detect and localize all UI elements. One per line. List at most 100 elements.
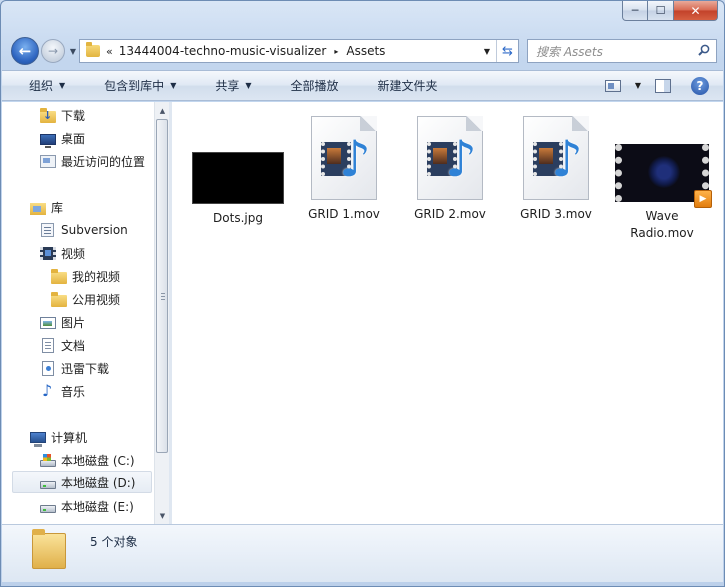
new-folder-button[interactable]: 新建文件夹 xyxy=(351,77,450,94)
search-placeholder: 搜索 Assets xyxy=(536,44,603,59)
nav-item-label: 计算机 xyxy=(51,430,88,445)
nav-item-thunder-downloads[interactable]: 迅雷下载 xyxy=(40,357,109,379)
address-bar[interactable]: « 13444004-techno-music-visualizer ▸ Ass… xyxy=(79,39,519,63)
file-name: GRID 3.mov xyxy=(520,207,592,221)
nav-item-subversion[interactable]: Subversion xyxy=(40,219,128,241)
video-library-icon xyxy=(40,246,56,260)
nav-item-music[interactable]: 音乐 xyxy=(40,380,85,402)
nav-item-my-videos[interactable]: 我的视频 xyxy=(51,265,120,287)
video-thumbnail: ▶ xyxy=(615,144,712,208)
nav-item-videos[interactable]: 视频 xyxy=(40,242,85,264)
new-folder-label: 新建文件夹 xyxy=(377,79,438,93)
chevron-down-icon: ▼ xyxy=(59,81,66,90)
music-icon xyxy=(40,381,56,400)
folder-icon xyxy=(86,42,100,57)
nav-item-label: 库 xyxy=(51,200,64,215)
caption-buttons: ─ ☐ ✕ xyxy=(622,1,718,21)
nav-item-desktop[interactable]: 桌面 xyxy=(40,127,85,149)
movie-file-icon: ♪ xyxy=(417,116,483,200)
nav-item-public-videos[interactable]: 公用视频 xyxy=(51,288,120,310)
file-name-line: Radio.mov xyxy=(630,226,694,240)
nav-item-recent-places[interactable]: 最近访问的位置 xyxy=(40,150,145,172)
organize-menu[interactable]: 组织 ▼ xyxy=(2,77,77,94)
breadcrumb-segment[interactable]: 13444004-techno-music-visualizer xyxy=(119,44,327,58)
recent-places-icon xyxy=(40,154,56,168)
nav-item-label: 本地磁盘 (C:) xyxy=(61,453,135,468)
folder-icon xyxy=(51,291,67,307)
help-button[interactable]: ? xyxy=(691,76,709,95)
view-controls: ▼ ? xyxy=(604,76,723,95)
address-dropdown-button[interactable]: ▼ xyxy=(478,47,496,56)
chevron-down-icon: ▼ xyxy=(483,46,491,56)
file-item-dots-jpg[interactable]: Dots.jpg xyxy=(190,114,286,227)
system-drive-icon xyxy=(40,454,56,467)
scrollbar-thumb[interactable] xyxy=(156,119,168,453)
nav-item-label: 本地磁盘 (E:) xyxy=(61,499,134,514)
play-icon: ▶ xyxy=(694,190,712,208)
chevron-down-icon: ▼ xyxy=(170,81,177,90)
documents-icon xyxy=(42,337,54,353)
preview-pane-icon[interactable] xyxy=(655,78,671,93)
file-list[interactable]: Dots.jpg ♪ GRID 1.mov ♪ GRID 2.mov ♪ GRI… xyxy=(172,102,723,524)
details-pane: 5 个对象 xyxy=(2,524,723,582)
navigation-pane[interactable]: 下载 桌面 最近访问的位置 库 Subversion 视频 我的视频 公用视频 xyxy=(2,102,154,524)
navigation-scrollbar[interactable]: ▲ ▼ xyxy=(154,102,169,524)
image-thumbnail xyxy=(192,152,284,204)
movie-file-icon: ♪ xyxy=(523,116,589,200)
chevron-down-icon[interactable]: ▼ xyxy=(635,81,641,90)
chevron-down-icon: ▼ xyxy=(245,81,252,90)
recent-pages-button[interactable]: ▼ xyxy=(67,45,79,57)
file-item-wave-radio[interactable]: ▶ Wave Radio.mov xyxy=(614,114,712,242)
nav-item-label: 公用视频 xyxy=(72,292,121,307)
nav-item-computer[interactable]: 计算机 xyxy=(30,426,87,448)
scroll-up-button[interactable]: ▲ xyxy=(158,106,167,115)
nav-item-drive-c[interactable]: 本地磁盘 (C:) xyxy=(40,449,135,471)
explorer-window: ─ ☐ ✕ ← → ▼ « 13444004-techno-music-visu… xyxy=(0,0,725,587)
file-name: Dots.jpg xyxy=(213,211,263,225)
forward-button[interactable]: → xyxy=(41,39,65,63)
file-item-grid-2[interactable]: ♪ GRID 2.mov xyxy=(402,114,498,223)
nav-item-drive-e[interactable]: 本地磁盘 (E:) xyxy=(40,495,134,517)
file-item-grid-3[interactable]: ♪ GRID 3.mov xyxy=(508,114,604,223)
nav-item-libraries[interactable]: 库 xyxy=(30,196,63,218)
change-view-icon[interactable] xyxy=(604,79,621,92)
include-in-library-menu[interactable]: 包含到库中 ▼ xyxy=(77,77,188,94)
library-icon xyxy=(30,202,46,215)
nav-item-label: 文档 xyxy=(61,338,86,353)
pictures-icon xyxy=(40,317,56,329)
file-name: Wave Radio.mov xyxy=(630,208,693,242)
organize-label: 组织 xyxy=(29,79,54,93)
minimize-button[interactable]: ─ xyxy=(622,1,648,21)
nav-item-label: 视频 xyxy=(61,246,86,261)
subversion-icon xyxy=(41,223,54,237)
nav-item-label: 我的视频 xyxy=(72,269,121,284)
download-folder-icon xyxy=(40,107,56,123)
nav-item-label: 桌面 xyxy=(61,131,86,146)
file-item-grid-1[interactable]: ♪ GRID 1.mov xyxy=(296,114,392,223)
nav-item-label: 最近访问的位置 xyxy=(61,154,146,169)
arrow-right-icon: → xyxy=(47,44,59,58)
back-button[interactable]: ← xyxy=(11,37,39,65)
share-label: 共享 xyxy=(215,79,240,93)
include-in-library-label: 包含到库中 xyxy=(104,79,165,93)
breadcrumb-segment[interactable]: Assets xyxy=(346,44,385,58)
folder-icon xyxy=(32,529,66,569)
nav-item-label: Subversion xyxy=(61,223,128,237)
close-button[interactable]: ✕ xyxy=(674,1,718,21)
nav-item-label: 本地磁盘 (D:) xyxy=(61,475,136,490)
breadcrumb-separator[interactable]: ▸ xyxy=(334,47,338,56)
desktop-icon xyxy=(40,133,56,148)
nav-item-documents[interactable]: 文档 xyxy=(40,334,85,356)
nav-item-downloads[interactable]: 下载 xyxy=(40,104,85,126)
nav-item-pictures[interactable]: 图片 xyxy=(40,311,85,333)
play-all-button[interactable]: 全部播放 xyxy=(264,77,351,94)
share-menu[interactable]: 共享 ▼ xyxy=(188,77,263,94)
address-overflow-button[interactable]: « xyxy=(106,45,113,58)
refresh-button[interactable]: ⇆ xyxy=(496,40,518,62)
scroll-down-button[interactable]: ▼ xyxy=(158,511,167,520)
thunder-download-icon xyxy=(42,360,54,376)
arrow-left-icon: ← xyxy=(18,42,32,60)
maximize-button[interactable]: ☐ xyxy=(648,1,674,21)
search-input[interactable]: 搜索 Assets xyxy=(527,39,717,63)
nav-item-drive-d[interactable]: 本地磁盘 (D:) xyxy=(12,471,152,493)
